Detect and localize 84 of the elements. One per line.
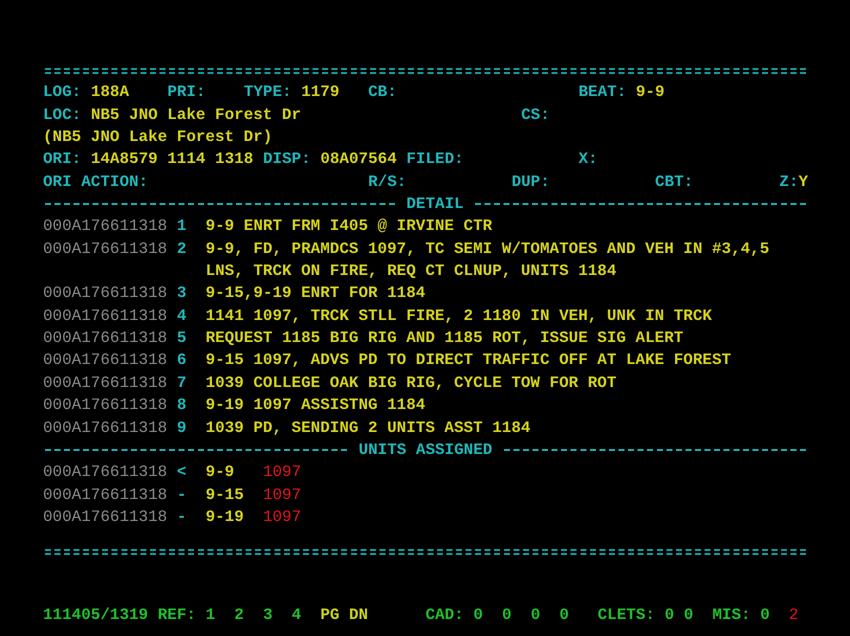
entry-text: LNS, TRCK ON FIRE, REQ CT CLNUP, UNITS 1184 <box>206 261 616 282</box>
field-value: 1179 <box>301 82 340 104</box>
record-id: 000A176611318 <box>43 372 168 394</box>
entry-text: 1039 COLLEGE OAK BIG RIG, CYCLE TOW FOR ROT <box>206 372 616 394</box>
entry-number: 6 <box>176 350 186 372</box>
entry-text: 9-9, FD, PRAMDCS 1097, TC SEMI W/TOMATOES AND VEH IN #3,4,5 <box>206 238 770 260</box>
entry-number: 4 <box>176 306 186 327</box>
cad-count: 0 <box>559 604 569 626</box>
clets-count: 0 <box>684 604 694 626</box>
section-title: DETAIL <box>406 194 464 216</box>
cad-label: CAD: <box>426 604 464 626</box>
record-id: 000A176611318 <box>43 283 168 304</box>
record-id: 000A176611318 <box>43 506 168 528</box>
unit-id: 9-19 <box>206 506 244 528</box>
timestamp: 111405/1319 <box>43 604 148 626</box>
field-value: Y <box>798 172 808 193</box>
clets-label: CLETS: <box>598 604 655 626</box>
entry-number: 9 <box>176 418 186 438</box>
field-label: CS: <box>521 104 550 126</box>
entry-number: 7 <box>176 372 186 394</box>
field-label: TYPE: <box>244 82 292 104</box>
field-value: 14A8579 1114 1318 <box>90 149 254 170</box>
record-id: 000A176611318 <box>43 216 168 238</box>
record-id: 000A176611318 <box>43 306 168 327</box>
record-id: 000A176611318 <box>43 462 168 484</box>
unit-id: 9-9 <box>206 462 234 484</box>
entry-number: 3 <box>176 283 186 304</box>
field-value: 9-9 <box>636 82 665 104</box>
field-label: ORI: <box>43 149 82 170</box>
field-label: R/S: <box>368 172 406 193</box>
ref-key[interactable]: 4 <box>292 604 302 626</box>
record-id: 000A176611318 <box>43 238 168 260</box>
unit-status: 1097 <box>262 484 302 506</box>
field-value: 08A07564 <box>320 149 397 170</box>
entry-number: 8 <box>176 395 186 416</box>
unit-marker: < <box>176 462 186 484</box>
entry-text: 9-9 ENRT FRM I405 @ IRVINE CTR <box>206 216 492 238</box>
entry-text: 1039 PD, SENDING 2 UNITS ASST 1184 <box>206 418 530 438</box>
field-label: FILED: <box>406 149 464 170</box>
entry-number: 5 <box>176 328 186 350</box>
field-label: LOG: <box>43 82 82 104</box>
field-label: CB: <box>368 82 397 104</box>
field-label: PRI: <box>167 82 206 104</box>
record-id: 000A176611318 <box>43 418 168 438</box>
field-value: NB5 JNO Lake Forest Dr <box>90 104 302 126</box>
entry-number: 1 <box>176 216 186 238</box>
field-label: BEAT: <box>578 82 626 104</box>
entry-text: 9-19 1097 ASSISTNG 1184 <box>206 395 426 416</box>
unit-marker: - <box>176 484 186 506</box>
entry-text: 9-15,9-19 ENRT FOR 1184 <box>206 283 426 304</box>
entry-number: 2 <box>176 238 186 260</box>
field-label: CBT: <box>655 172 694 193</box>
field-label: LOC: <box>43 104 82 126</box>
unit-id: 9-15 <box>206 484 244 506</box>
field-label: DISP: <box>262 149 311 170</box>
cad-count: 0 <box>530 604 540 626</box>
cad-count: 0 <box>473 604 483 626</box>
unit-marker: - <box>176 506 186 528</box>
ref-key[interactable]: 1 <box>206 604 216 626</box>
record-id: 000A176611318 <box>43 395 168 416</box>
cad-count: 0 <box>502 604 512 626</box>
ref-key[interactable]: 2 <box>234 604 244 626</box>
field-label: ORI ACTION: <box>43 172 148 193</box>
field-value: (NB5 JNO Lake Forest Dr) <box>43 127 272 148</box>
clets-count: 0 <box>664 604 674 626</box>
field-label: Z: <box>779 172 798 193</box>
field-label: X: <box>578 149 598 170</box>
unit-status: 1097 <box>262 462 302 484</box>
page-down-key[interactable]: PG DN <box>320 604 368 626</box>
entry-text: 1141 1097, TRCK STLL FIRE, 2 1180 IN VEH, UNK IN TRCK <box>206 306 712 327</box>
mis-count: 2 <box>788 604 798 626</box>
mis-count: 0 <box>760 604 770 626</box>
record-id: 000A176611318 <box>43 350 168 372</box>
record-id: 000A176611318 <box>43 328 168 350</box>
entry-text: 9-15 1097, ADVS PD TO DIRECT TRAFFIC OFF AT LAKE FOREST <box>206 350 732 372</box>
field-label: DUP: <box>512 172 550 193</box>
mis-label: MIS: <box>712 604 751 626</box>
ref-key[interactable]: 3 <box>262 604 272 626</box>
entry-text: REQUEST 1185 BIG RIG AND 1185 ROT, ISSUE SIG ALERT <box>206 328 684 350</box>
record-id: 000A176611318 <box>43 484 168 506</box>
ref-label: REF: <box>158 604 196 626</box>
section-title: UNITS ASSIGNED <box>358 440 492 461</box>
unit-status: 1097 <box>262 506 302 528</box>
field-value: 188A <box>90 82 130 104</box>
